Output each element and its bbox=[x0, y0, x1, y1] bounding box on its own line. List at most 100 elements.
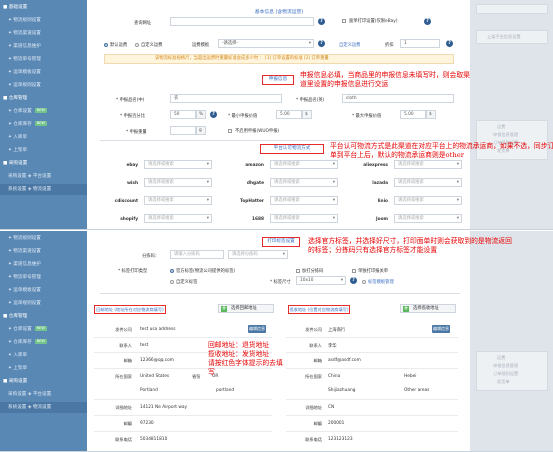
custom-label-radio[interactable] bbox=[170, 280, 174, 284]
platform-name: wish bbox=[126, 181, 138, 186]
divider bbox=[286, 415, 458, 416]
sidebar-item[interactable]: ✦ 仓库设置 NEW bbox=[0, 106, 87, 117]
print-sorting-checkbox[interactable] bbox=[296, 269, 300, 273]
right-link[interactable]: 运费 bbox=[497, 355, 505, 361]
label-print-checkbox[interactable] bbox=[342, 19, 346, 23]
sorting-code-input[interactable]: 请输入分拣码 bbox=[170, 250, 224, 259]
sidebar-item[interactable]: ✦ 上架单 bbox=[0, 145, 87, 156]
edit-ship-address-button[interactable]: 编辑信息 bbox=[432, 325, 450, 333]
custom-shipping-link[interactable]: 自定义运费 bbox=[339, 42, 360, 48]
declare-weight-input[interactable] bbox=[170, 126, 196, 135]
sidebar-item[interactable]: ✦ 运单模板设置 bbox=[0, 285, 87, 296]
platform-carrier-select[interactable]: 请选择或搜索 bbox=[394, 178, 462, 187]
select-ship-address-button[interactable]: + 选择揽收地址 bbox=[400, 304, 456, 313]
platform-carrier-select[interactable]: 请选择或搜索 bbox=[394, 214, 462, 223]
select-return-address-button[interactable]: + 选择回邮地址 bbox=[218, 304, 274, 313]
label-template-link[interactable]: 标签模板管理 bbox=[368, 279, 394, 285]
sidebar-item[interactable]: ✦ 物流单号管理 bbox=[0, 54, 87, 65]
sidebar-item-label: ✦ 渠道信息维护 bbox=[8, 262, 41, 267]
help-icon[interactable]: ? bbox=[318, 40, 325, 47]
right-link[interactable]: 订单规则设置 bbox=[493, 371, 518, 377]
official-label-radio[interactable] bbox=[170, 269, 174, 273]
divider bbox=[286, 431, 458, 432]
declare-cn-name-input[interactable]: 衣 bbox=[170, 94, 282, 103]
edit-return-address-button[interactable]: 编辑信息 bbox=[248, 325, 266, 333]
divider bbox=[286, 337, 458, 338]
sidebar-item-label: ✦ 仓库设置 bbox=[8, 109, 32, 114]
platform-carrier-select[interactable]: 请选择或搜索 bbox=[270, 178, 338, 187]
declare-annotation: 申报信息必填，当商品里的申报信息未填写时，则会取渠道里设置的申报信息进行交运 bbox=[300, 71, 470, 88]
sidebar-item[interactable]: ✦ 渠道信息维护 bbox=[0, 259, 87, 270]
sidebar-item[interactable]: 采购设置 ◈ 平台设置 bbox=[0, 171, 87, 182]
sidebar-item[interactable]: ■ 采购设置 bbox=[0, 376, 87, 387]
sidebar-item[interactable]: ✦ 入库单 bbox=[0, 350, 87, 361]
min-value-input[interactable]: 5.00 bbox=[276, 110, 302, 119]
sidebar-item[interactable]: ✦ 运单规则设置 bbox=[0, 80, 87, 91]
sidebar-item-label: ■ 采购设置 bbox=[3, 379, 28, 384]
platform-name: linio bbox=[377, 199, 388, 204]
discount-input[interactable]: 1 bbox=[400, 39, 440, 48]
platform-carrier-select[interactable]: 请选择或搜索 bbox=[394, 160, 462, 169]
sidebar-item-label: ✦ 运单规则设置 bbox=[8, 301, 41, 306]
platform-carrier-select[interactable]: 请选择或搜索 bbox=[144, 160, 212, 169]
platform-carrier-select[interactable]: 请选择或搜索 bbox=[144, 178, 212, 187]
sidebar-item[interactable]: 系统设置 ◈ 物流设置 bbox=[0, 184, 87, 195]
sidebar-item[interactable]: ■ 采购设置 bbox=[0, 158, 87, 169]
declare-en-name-input[interactable]: cloth bbox=[342, 94, 454, 103]
sidebar-item[interactable]: ✦ 物流规则设置 bbox=[0, 233, 87, 244]
platform-carrier-select[interactable]: 请选择或搜索 bbox=[144, 214, 212, 223]
help-icon[interactable]: ? bbox=[350, 277, 357, 284]
sidebar-item[interactable]: ✦ 上架单 bbox=[0, 363, 87, 374]
sidebar-item[interactable]: ✦ 运单模板设置 bbox=[0, 67, 87, 78]
sidebar-item[interactable]: ✦ 运单规则设置 bbox=[0, 298, 87, 309]
platform-carrier-select[interactable]: 请选择或搜索 bbox=[270, 196, 338, 205]
ship-country-value: China bbox=[328, 374, 341, 379]
sidebar-item[interactable]: ✦ 仓库设置 NEW bbox=[0, 324, 87, 335]
sorting-code-select[interactable]: 请选择分拣码 bbox=[228, 250, 288, 259]
right-link[interactable]: 申报信息管理 bbox=[493, 363, 518, 369]
help-icon[interactable]: ? bbox=[446, 40, 453, 47]
declare-ratio-input[interactable]: 50 bbox=[170, 110, 196, 119]
sidebar-item[interactable]: ✦ 物流规则设置 bbox=[0, 15, 87, 26]
service-url-input[interactable] bbox=[170, 17, 314, 26]
help-icon[interactable]: ? bbox=[210, 111, 217, 118]
platform-carrier-select[interactable]: 请选择或搜索 bbox=[394, 196, 462, 205]
sidebar-item[interactable]: ✦ 入库单 bbox=[0, 132, 87, 143]
no-declare-checkbox[interactable] bbox=[228, 129, 232, 133]
label-size-select[interactable]: 10x10 bbox=[296, 276, 346, 285]
label-template-radio[interactable] bbox=[362, 280, 366, 284]
sidebar-item[interactable]: ✦ 渠道信息维护 bbox=[0, 41, 87, 52]
sidebar-item[interactable]: ✦ 仓库库存 NEW bbox=[0, 337, 87, 348]
ship-country-label: 所在国家 bbox=[305, 374, 322, 379]
max-value-input[interactable]: 5.00 bbox=[400, 110, 426, 119]
sidebar-item[interactable]: ■ 基础设置 bbox=[0, 2, 87, 13]
platform-carrier-select[interactable]: 请选择或搜索 bbox=[144, 196, 212, 205]
sidebar-item[interactable]: ✦ 仓库库存 NEW bbox=[0, 119, 87, 130]
print-customs-checkbox[interactable] bbox=[352, 269, 356, 273]
right-link[interactable]: 运费 bbox=[497, 124, 505, 130]
platform-name: amazon bbox=[245, 163, 264, 168]
right-link[interactable]: 上架平台信息设置 bbox=[487, 34, 521, 40]
min-value-label: * 最小申报价值 bbox=[228, 114, 258, 119]
custom-service-radio[interactable] bbox=[135, 43, 139, 47]
shipping-template-select[interactable]: -请选择- bbox=[218, 39, 314, 48]
return-address-label: 详细地址 bbox=[115, 405, 132, 410]
platform-carrier-select[interactable]: 请选择或搜索 bbox=[270, 160, 338, 169]
platform-carrier-select[interactable]: 请选择或搜索 bbox=[270, 214, 338, 223]
ship-address-title: 揽收地址 (位置对应物流商填写) bbox=[288, 305, 350, 314]
right-link[interactable]: 申报信息管理 bbox=[493, 132, 518, 138]
return-phone-value: 5034811810 bbox=[140, 437, 168, 442]
sidebar-item[interactable]: 采购设置 ◈ 平台设置 bbox=[0, 389, 87, 400]
help-icon[interactable]: ? bbox=[318, 18, 325, 25]
sidebar-item[interactable]: ✦ 物流渠道设置 bbox=[0, 28, 87, 39]
sidebar-item-label: 系统设置 ◈ 物流设置 bbox=[8, 405, 52, 410]
sidebar-item[interactable]: ■ 仓库管理 bbox=[0, 93, 87, 104]
default-service-radio[interactable] bbox=[104, 43, 108, 47]
sidebar-item[interactable]: ■ 仓库管理 bbox=[0, 311, 87, 322]
sidebar-item[interactable]: ✦ 物流渠道设置 bbox=[0, 246, 87, 257]
sidebar-item[interactable]: ✦ 物流单号管理 bbox=[0, 272, 87, 283]
right-link[interactable]: 发货单 bbox=[497, 379, 510, 385]
sidebar-item[interactable]: 系统设置 ◈ 物流设置 bbox=[0, 402, 87, 413]
help-icon[interactable]: ? bbox=[424, 18, 431, 25]
return-company-value: test usa address bbox=[140, 327, 176, 332]
